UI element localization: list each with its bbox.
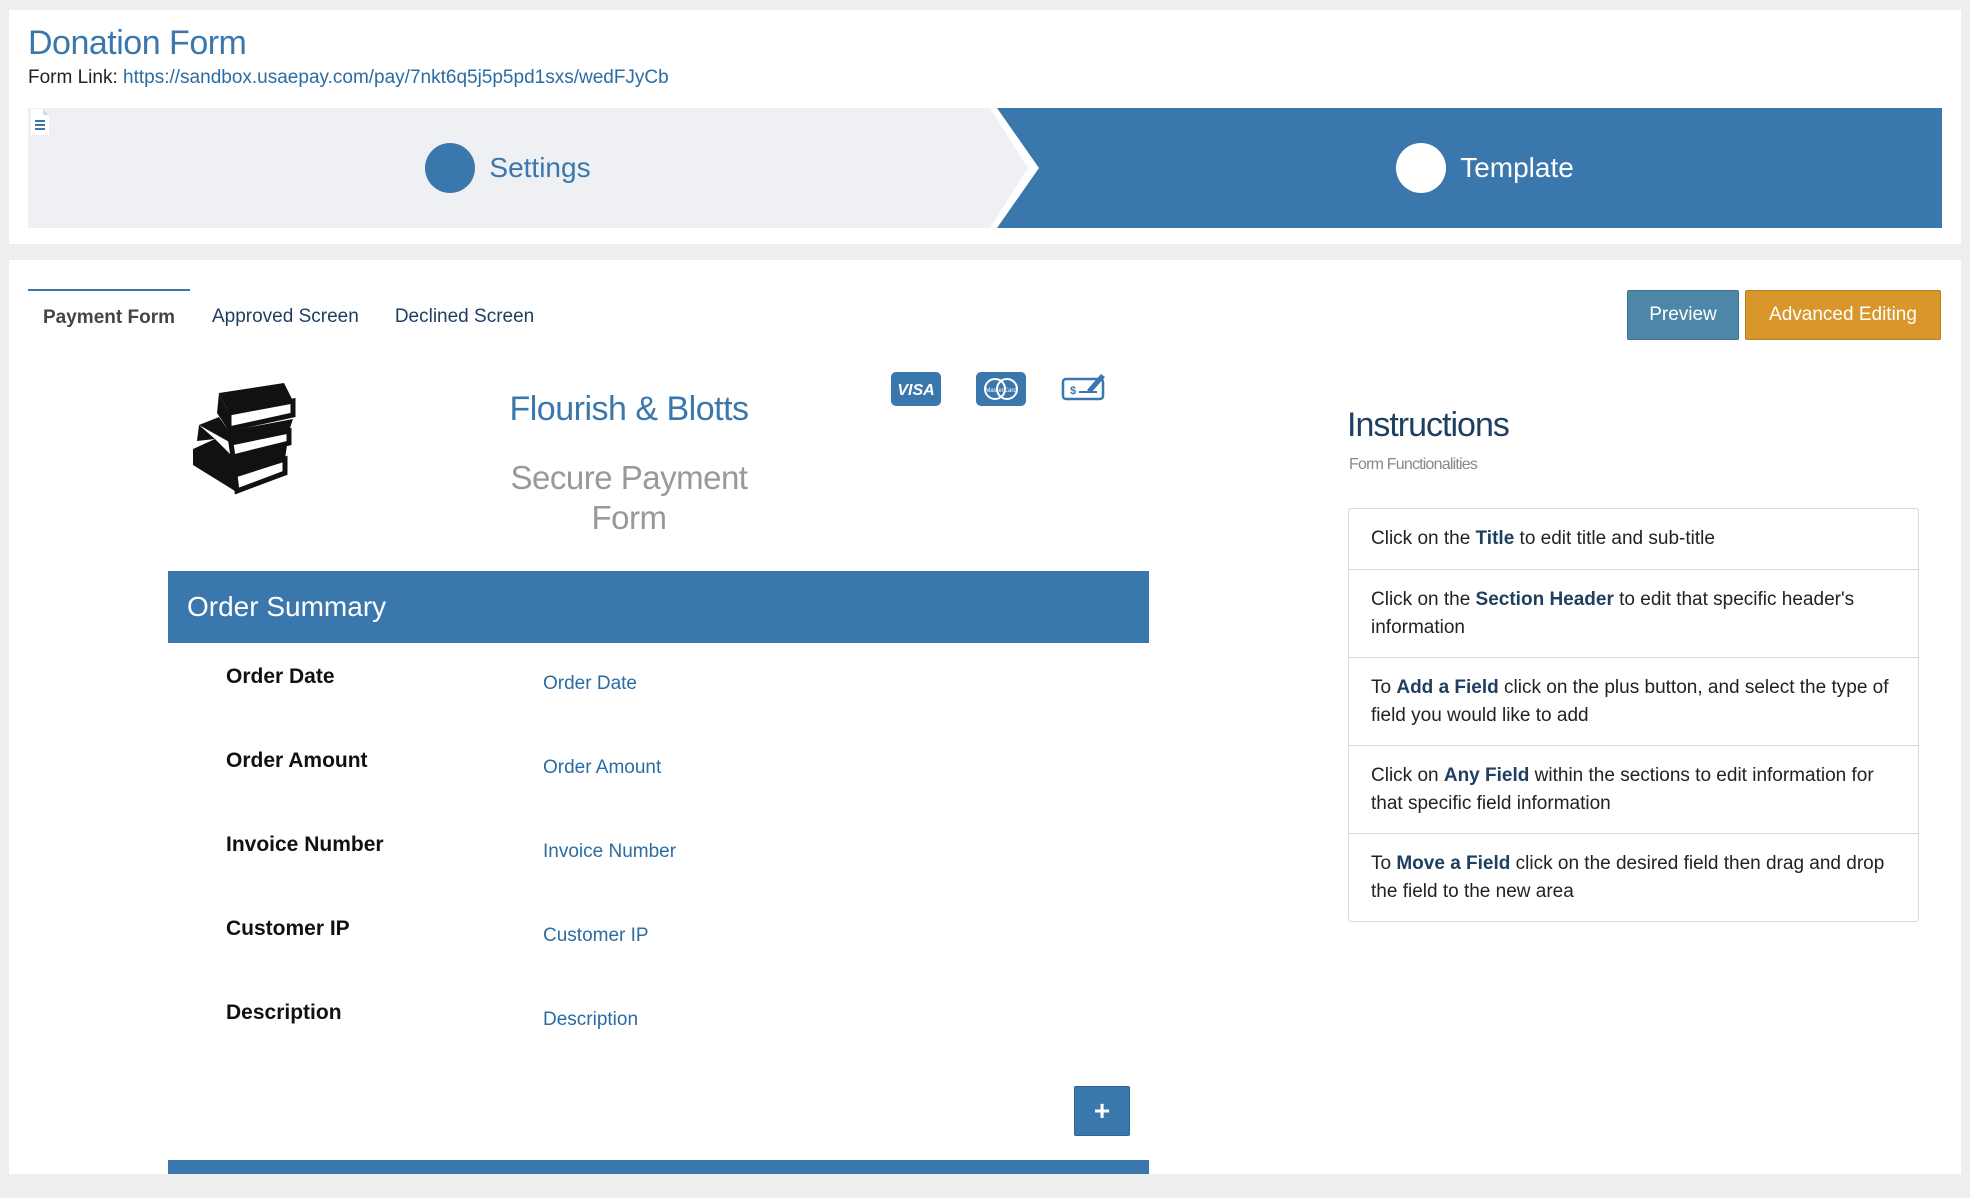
form-subtitle-line-1: Secure Payment	[510, 459, 748, 496]
form-link-url[interactable]: https://sandbox.usaepay.com/pay/7nkt6q5j…	[123, 67, 669, 88]
tab-declined-screen[interactable]: Declined Screen	[381, 289, 548, 345]
instructions-subtitle: Form Functionalities	[1349, 456, 1478, 473]
list-item: To Add a Field click on the plus button,…	[1349, 657, 1918, 745]
wizard-step-settings-label: Settings	[489, 152, 591, 183]
section-header-order-summary[interactable]: Order Summary	[168, 571, 1149, 643]
form-subtitle-line-2: Form	[591, 499, 668, 536]
template-editor-panel: Payment Form Approved Screen Declined Sc…	[9, 260, 1961, 1174]
form-link-label: Form Link:	[28, 67, 118, 88]
field-label: Order Date	[226, 665, 335, 688]
field-label: Description	[226, 1001, 342, 1024]
preview-button[interactable]: Preview	[1627, 290, 1739, 340]
field-row-invoice-number[interactable]: Invoice Number Invoice Number	[168, 833, 1149, 903]
grid-icon	[1029, 109, 1447, 193]
list-item: To Move a Field click on the desired fie…	[1349, 833, 1918, 921]
check-icon: $	[1061, 372, 1107, 407]
visa-text: VISA	[897, 382, 934, 399]
advanced-editing-button[interactable]: Advanced Editing	[1745, 290, 1941, 340]
mastercard-text: MasterCard	[985, 388, 1016, 394]
plus-icon: +	[1093, 1095, 1111, 1126]
instructions-title: Instructions	[1347, 406, 1510, 444]
field-label: Invoice Number	[226, 833, 384, 856]
merchant-title[interactable]: Flourish & Blotts	[429, 390, 829, 429]
wizard-steps: Settings Template	[28, 108, 1942, 228]
field-value: Invoice Number	[543, 841, 677, 862]
field-value: Order Amount	[543, 757, 662, 778]
field-row-description[interactable]: Description Description	[168, 1001, 1149, 1071]
form-header-panel: Donation Form Form Link: https://sandbox…	[9, 10, 1961, 244]
wizard-step-settings[interactable]: Settings	[28, 108, 988, 228]
visa-icon: VISA	[891, 372, 941, 411]
books-icon[interactable]	[189, 383, 299, 500]
field-row-customer-ip[interactable]: Customer IP Customer IP	[168, 917, 1149, 987]
list-item: Click on the Section Header to edit that…	[1349, 569, 1918, 657]
tab-approved-screen[interactable]: Approved Screen	[198, 289, 373, 345]
instructions-list: Click on the Title to edit title and sub…	[1348, 508, 1919, 922]
field-label: Customer IP	[226, 917, 350, 940]
wizard-step-template-label: Template	[1460, 152, 1574, 183]
field-value: Description	[543, 1009, 639, 1030]
next-section-header[interactable]	[168, 1160, 1149, 1174]
template-tabs: Payment Form Approved Screen Declined Sc…	[28, 289, 548, 345]
mastercard-icon: MasterCard	[976, 372, 1026, 411]
form-subtitle[interactable]: Secure Payment Form	[479, 458, 779, 538]
document-icon	[31, 109, 476, 193]
svg-text:$: $	[1070, 385, 1076, 397]
list-item: Click on the Title to edit title and sub…	[1371, 528, 1715, 549]
field-value: Order Date	[543, 673, 637, 694]
tab-payment-form[interactable]: Payment Form	[28, 289, 190, 345]
add-field-button[interactable]: +	[1074, 1086, 1130, 1136]
field-value: Customer IP	[543, 925, 649, 946]
field-row-order-date[interactable]: Order Date Order Date	[168, 665, 1149, 735]
list-item: Click on Any Field within the sections t…	[1349, 745, 1918, 833]
form-link-row: Form Link: https://sandbox.usaepay.com/p…	[28, 67, 669, 89]
field-row-order-amount[interactable]: Order Amount Order Amount	[168, 749, 1149, 819]
wizard-step-template[interactable]: Template	[1028, 108, 1942, 228]
field-label: Order Amount	[226, 749, 368, 772]
page-title: Donation Form	[28, 24, 247, 62]
